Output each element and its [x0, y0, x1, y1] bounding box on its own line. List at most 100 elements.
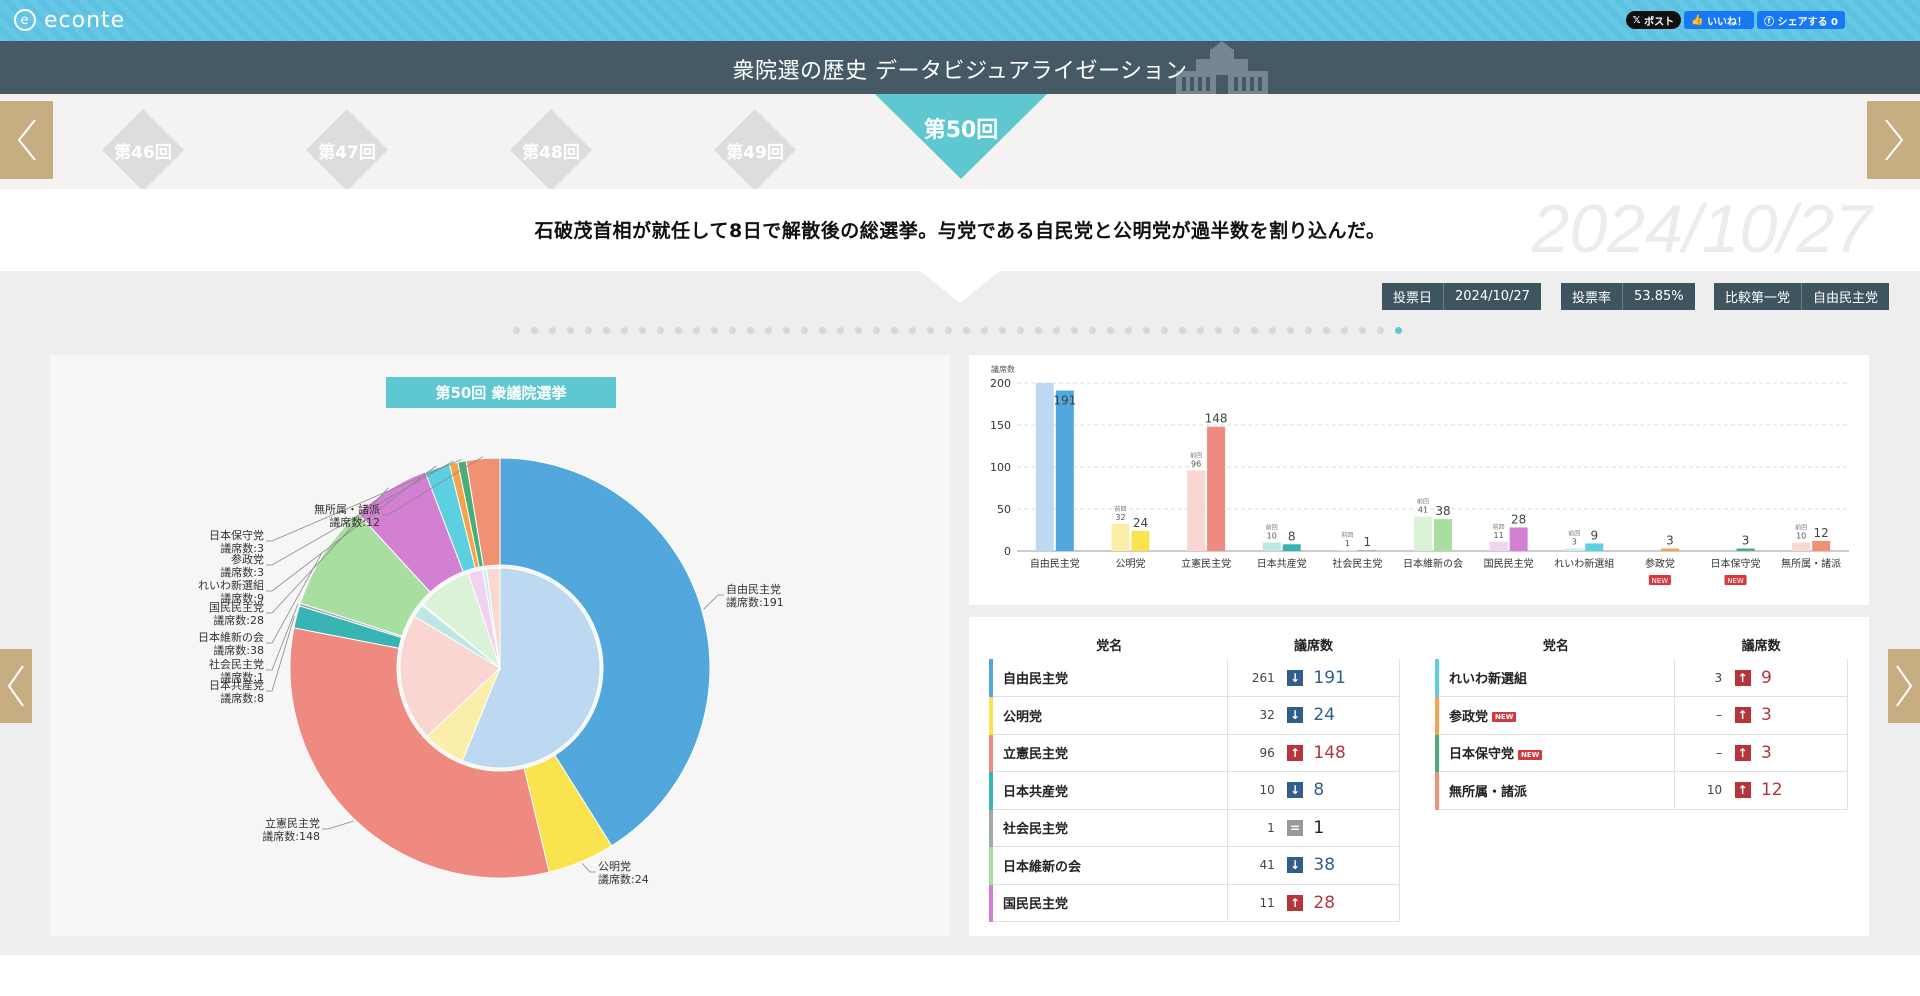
bar-prev-value: 1 — [1345, 539, 1350, 548]
bar-prev[interactable] — [1111, 524, 1130, 551]
timeline-dot[interactable] — [873, 327, 880, 334]
timeline-dot[interactable] — [1017, 327, 1024, 334]
bar-current[interactable] — [1358, 550, 1377, 551]
bar-current[interactable] — [1736, 548, 1755, 551]
bar-prev[interactable] — [1489, 541, 1508, 551]
timeline-dot[interactable] — [531, 327, 538, 334]
round-48[interactable]: 第48回 — [509, 108, 593, 192]
timeline-dot[interactable] — [639, 327, 646, 334]
bar-prev[interactable] — [1035, 383, 1054, 551]
previous-seats: 96 — [1227, 734, 1281, 772]
timeline-dot[interactable] — [1161, 327, 1168, 334]
x-post-label: ポスト — [1644, 16, 1675, 28]
bar-current[interactable] — [1509, 527, 1528, 551]
timeline-dot[interactable] — [1089, 327, 1096, 334]
timeline-dot[interactable] — [999, 327, 1006, 334]
table-row: 国民民主党 11 ↑ 28 — [989, 884, 1400, 922]
bar-current[interactable] — [1585, 543, 1604, 551]
timeline-dot[interactable] — [585, 327, 592, 334]
timeline-dot[interactable] — [1269, 327, 1276, 334]
timeline-dot[interactable] — [747, 327, 754, 334]
bar-prev[interactable] — [1565, 548, 1584, 551]
arrow-up-icon: ↑ — [1734, 782, 1751, 799]
nav-next-button[interactable] — [1867, 101, 1920, 179]
new-badge: NEW — [1518, 749, 1543, 760]
bar-prev[interactable] — [1262, 542, 1281, 551]
social-buttons: 𝕏 ポスト 👍 いいね！ ⓕ シェアする 0 — [1625, 11, 1845, 29]
timeline-dot[interactable] — [765, 327, 772, 334]
timeline-dot[interactable] — [657, 327, 664, 334]
side-next-button[interactable] — [1888, 649, 1920, 723]
timeline-dot[interactable] — [1251, 327, 1258, 334]
timeline-dot[interactable] — [783, 327, 790, 334]
timeline-dot[interactable] — [981, 327, 988, 334]
timeline-dot[interactable] — [729, 327, 736, 334]
timeline-dot[interactable] — [819, 327, 826, 334]
timeline-dot[interactable] — [1125, 327, 1132, 334]
timeline-dot[interactable] — [1359, 327, 1366, 334]
timeline-dot[interactable] — [1395, 327, 1402, 334]
timeline-dot[interactable] — [1341, 327, 1348, 334]
side-prev-button[interactable] — [0, 649, 32, 723]
timeline-dot[interactable] — [855, 327, 862, 334]
timeline-dot[interactable] — [711, 327, 718, 334]
round-47[interactable]: 第47回 — [305, 108, 389, 192]
timeline-dot[interactable] — [1233, 327, 1240, 334]
bar-current[interactable] — [1131, 530, 1150, 551]
facebook-icon: ⓕ — [1764, 16, 1778, 28]
headline-pointer — [920, 271, 1000, 303]
round-46[interactable]: 第46回 — [101, 108, 185, 192]
timeline-dot[interactable] — [1197, 327, 1204, 334]
timeline-dot[interactable] — [963, 327, 970, 334]
trend-cell: ↓ — [1280, 696, 1310, 735]
facebook-share-button[interactable]: ⓕ シェアする 0 — [1757, 11, 1845, 29]
facebook-like-button[interactable]: 👍 いいね！ — [1684, 11, 1755, 29]
round-49[interactable]: 第49回 — [713, 108, 797, 192]
bar-current[interactable] — [1660, 548, 1679, 551]
timeline-dot[interactable] — [1179, 327, 1186, 334]
bar-current[interactable] — [1055, 390, 1074, 551]
timeline-dot[interactable] — [927, 327, 934, 334]
bar-prev[interactable] — [1792, 542, 1811, 551]
round-50-current[interactable]: 第50回 — [875, 94, 1047, 179]
bar-current[interactable] — [1207, 426, 1226, 551]
bar-prev-value: 10 — [1796, 532, 1806, 541]
timeline-dot[interactable] — [1107, 327, 1114, 334]
timeline-dot[interactable] — [675, 327, 682, 334]
bar-category-label: 日本共産党 — [1257, 557, 1307, 570]
timeline-dot[interactable] — [549, 327, 556, 334]
timeline-dot[interactable] — [1215, 327, 1222, 334]
timeline-dot[interactable] — [945, 327, 952, 334]
timeline-dot[interactable] — [1143, 327, 1150, 334]
timeline-dot[interactable] — [1323, 327, 1330, 334]
timeline-dot[interactable] — [603, 327, 610, 334]
timeline-dot[interactable] — [891, 327, 898, 334]
timeline-dot[interactable] — [801, 327, 808, 334]
timeline-dot[interactable] — [567, 327, 574, 334]
timeline-dot[interactable] — [1053, 327, 1060, 334]
timeline-dot[interactable] — [1071, 327, 1078, 334]
timeline-dot[interactable] — [693, 327, 700, 334]
bar-prev[interactable] — [1338, 550, 1357, 551]
nav-prev-button[interactable] — [0, 101, 53, 179]
timeline-dot[interactable] — [1305, 327, 1312, 334]
econte-logo[interactable]: e econte — [14, 7, 125, 33]
current-seats: 28 — [1309, 884, 1371, 922]
x-post-button[interactable]: 𝕏 ポスト — [1625, 11, 1682, 29]
top-party-label: 比較第一党 — [1714, 283, 1803, 310]
bar-prev-value: 11 — [1494, 531, 1504, 540]
row-spacer — [1818, 734, 1848, 772]
previous-seats: 10 — [1227, 771, 1281, 810]
timeline-dot[interactable] — [1035, 327, 1042, 334]
timeline-dot[interactable] — [837, 327, 844, 334]
bar-current[interactable] — [1282, 544, 1301, 551]
timeline-dot[interactable] — [1377, 327, 1384, 334]
bar-prev[interactable] — [1187, 470, 1206, 551]
bar-prev[interactable] — [1414, 516, 1432, 551]
timeline-dot[interactable] — [513, 327, 520, 334]
timeline-dot[interactable] — [621, 327, 628, 334]
timeline-dot[interactable] — [1287, 327, 1294, 334]
bar-current[interactable] — [1434, 519, 1452, 551]
bar-current[interactable] — [1812, 540, 1831, 551]
timeline-dot[interactable] — [909, 327, 916, 334]
